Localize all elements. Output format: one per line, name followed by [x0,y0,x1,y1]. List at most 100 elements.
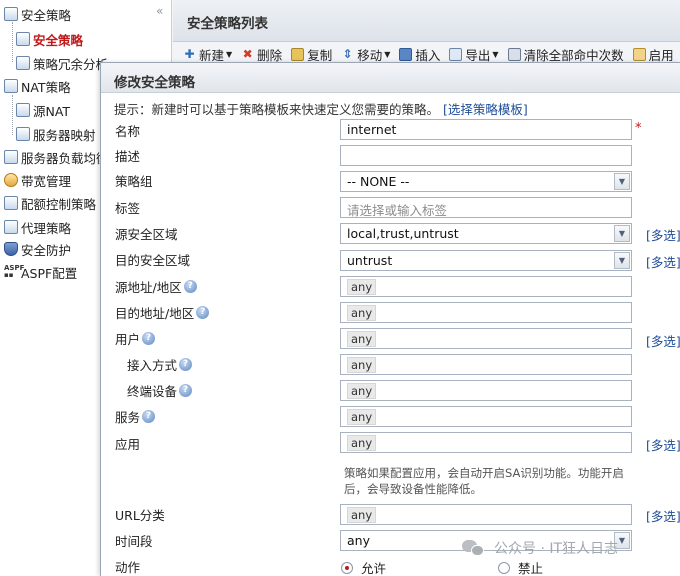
clear-icon [507,48,521,61]
name-input[interactable]: internet [340,119,632,140]
collapse-nav-icon[interactable]: « [156,4,163,18]
time-range-value: any [347,533,370,548]
description-input[interactable] [340,145,632,166]
nav-item-redundancy-analysis[interactable]: 策略冗余分析 [16,52,108,74]
access-mode-input[interactable]: any [340,354,632,375]
nav-item-nat-policy[interactable]: NAT策略 [4,75,71,97]
source-address-input[interactable]: any [340,276,632,297]
proxy-icon [4,220,18,234]
export-icon [449,48,463,61]
nav-item-label: 带宽管理 [21,173,72,189]
tag-placeholder: 请选择或输入标签 [347,203,448,218]
url-category-input[interactable]: any [340,504,632,525]
enable-icon [632,48,646,61]
delete-icon: ✖ [242,47,253,61]
nat-icon [16,103,30,117]
dst-zone-label-text: 目的安全区域 [115,253,191,268]
tag-label-text: 标签 [115,201,141,216]
terminal-label-text: 终端设备 [127,384,178,399]
user-label: 用户? [115,329,156,348]
nav-item-proxy-policy[interactable]: 代理策略 [4,216,71,238]
server-icon [4,150,18,164]
nav-item-label: 服务器负载均衡 [21,150,109,166]
url-multiselect-link[interactable]: [多选] [646,506,680,525]
nav-item-label: 安全策略 [21,7,72,23]
group-label: 策略组 [115,171,153,190]
service-label-text: 服务 [115,410,141,425]
nav-item-security-policy-sub[interactable]: 安全策略 [16,28,83,50]
permit-label: 允许 [361,561,387,576]
source-zone-select[interactable]: local,trust,untrust ▼ [340,223,632,244]
help-icon[interactable]: ? [196,306,210,319]
nav-item-label: 源NAT [33,103,71,119]
radio-unchecked-icon[interactable] [498,561,510,574]
destination-address-input[interactable]: any [340,302,632,323]
copy-icon [291,48,305,61]
wechat-icon [462,538,486,558]
action-deny-radio[interactable]: 禁止 [498,558,543,576]
application-input[interactable]: any [340,432,632,453]
group-label-text: 策略组 [115,174,153,189]
chevron-down-icon[interactable]: ▼ [614,225,630,242]
nav-item-aspf[interactable]: ASPF ▪▪ ASPF配置 [4,261,77,283]
deny-label: 禁止 [518,561,544,576]
action-label-text: 动作 [115,560,141,575]
time-label-text: 时间段 [115,534,153,549]
user-multiselect-link[interactable]: [多选] [646,331,680,350]
source-zone-value: local,trust,untrust [347,226,459,241]
src-zone-multiselect-link[interactable]: [多选] [646,225,680,244]
app-label-text: 应用 [115,437,141,452]
select-template-link[interactable]: [选择策略模板] [443,102,528,117]
policy-group-select[interactable]: -- NONE -- ▼ [340,171,632,192]
policy-icon [4,7,18,21]
user-label-text: 用户 [115,332,141,347]
desc-label: 描述 [115,146,140,165]
policy-icon [16,32,30,46]
src-addr-label: 源地址/地区? [115,277,197,296]
help-icon[interactable]: ? [179,384,193,397]
access-label-text: 接入方式 [127,358,178,373]
radio-checked-icon[interactable] [341,561,353,574]
dst-zone-label: 目的安全区域 [115,250,190,269]
user-input[interactable]: any [340,328,632,349]
help-icon[interactable]: ? [179,358,193,371]
nav-item-label: ASPF配置 [21,265,78,281]
chevron-down-icon[interactable]: ▼ [614,252,630,269]
hint-text: 提示：新建时可以基于策略模板来快速定义您需要的策略。 [114,102,440,117]
nav-item-label: 代理策略 [21,220,72,236]
destination-zone-select[interactable]: untrust ▼ [340,250,632,271]
chevron-down-icon[interactable]: ▼ [614,173,630,190]
terminal-label: 终端设备? [127,381,193,400]
desc-label-text: 描述 [115,149,141,164]
nav-item-label: 安全策略 [33,32,84,48]
service-input[interactable]: any [340,406,632,427]
nav-item-bandwidth[interactable]: 带宽管理 [4,169,71,191]
aspf-icon: ASPF ▪▪ [4,264,25,279]
gauge-icon [4,173,18,187]
shield-icon [4,242,18,256]
quota-icon [4,196,18,210]
server-icon [16,127,30,141]
source-address-chip: any [347,279,377,295]
tag-input[interactable]: 请选择或输入标签 [340,197,632,218]
nav-item-quota-control[interactable]: 配额控制策略 [4,192,96,214]
nav-item-server-load-balancing[interactable]: 服务器负载均衡 [4,146,109,168]
terminal-device-input[interactable]: any [340,380,632,401]
action-permit-radio[interactable]: 允许 [341,558,386,576]
help-icon[interactable]: ? [142,410,156,423]
help-icon[interactable]: ? [183,280,197,293]
src-zone-label-text: 源安全区域 [115,227,178,242]
destination-zone-value: untrust [347,253,393,268]
nav-item-security-policy[interactable]: 安全策略 [4,3,71,25]
app-multiselect-link[interactable]: [多选] [646,435,680,454]
watermark-text: 公众号 · IT狂人日志 [494,541,619,557]
nav-item-source-nat[interactable]: 源NAT [16,99,70,121]
edit-policy-dialog: 修改安全策略 提示：新建时可以基于策略模板来快速定义您需要的策略。 [选择策略模板… [100,62,680,576]
help-icon[interactable]: ? [142,332,156,345]
tree-line [12,95,13,135]
dst-zone-multiselect-link[interactable]: [多选] [646,252,680,271]
nav-item-security-protection[interactable]: 安全防护 [4,238,71,260]
nav-item-server-mapping[interactable]: 服务器映射 [16,123,96,145]
watermark: 公众号 · IT狂人日志 [462,538,618,558]
move-icon: ⇕ [342,47,353,61]
